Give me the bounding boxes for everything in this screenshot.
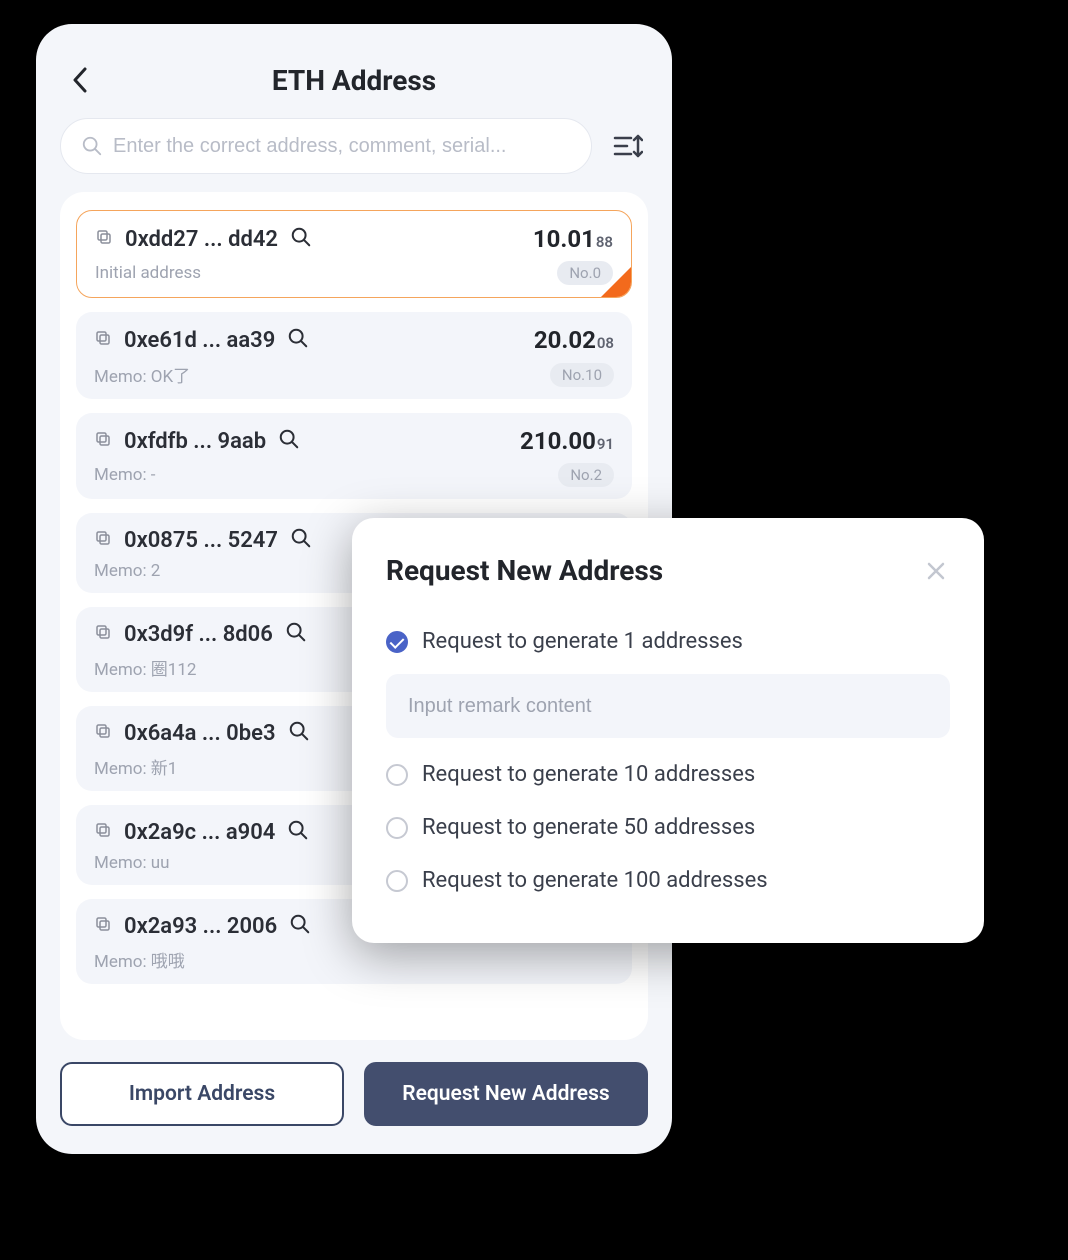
explorer-icon[interactable]	[290, 226, 312, 252]
address-left: 0x2a9c ... a904	[94, 819, 309, 845]
explorer-icon[interactable]	[288, 720, 310, 746]
serial-badge: No.2	[558, 463, 614, 487]
search-row	[36, 118, 672, 192]
copy-icon[interactable]	[94, 821, 112, 843]
address-left: 0x2a93 ... 2006	[94, 913, 311, 939]
address-text: 0x0875 ... 5247	[124, 528, 278, 553]
back-button[interactable]	[60, 60, 100, 100]
address-text: 0xe61d ... aa39	[124, 328, 275, 353]
copy-icon[interactable]	[94, 623, 112, 645]
memo-text: Memo: -	[94, 465, 156, 485]
generate-option[interactable]: Request to generate 50 addresses	[386, 801, 950, 854]
copy-icon[interactable]	[94, 722, 112, 744]
address-item[interactable]: 0xfdfb ... 9aab 210.0091 Memo: - No.2	[76, 413, 632, 499]
copy-icon[interactable]	[95, 228, 113, 250]
balance: 20.0208	[534, 326, 614, 354]
modal-close-button[interactable]	[922, 557, 950, 585]
address-item[interactable]: 0xdd27 ... dd42 10.0188 Initial addressNo.…	[76, 210, 632, 298]
option-label: Request to generate 10 addresses	[422, 762, 755, 787]
modal-title: Request New Address	[386, 554, 663, 587]
address-left: 0x6a4a ... 0be3	[94, 720, 310, 746]
address-left: 0xdd27 ... dd42	[95, 226, 312, 252]
selected-flag-icon	[600, 266, 632, 298]
generate-option[interactable]: Request to generate 1 addresses	[386, 615, 950, 668]
radio-icon[interactable]	[386, 764, 408, 786]
copy-icon[interactable]	[94, 329, 112, 351]
balance: 210.0091	[520, 427, 614, 455]
address-row-bottom: Memo: - No.2	[94, 463, 614, 487]
address-text: 0x6a4a ... 0be3	[124, 721, 276, 746]
address-row-bottom: Initial addressNo.0	[95, 261, 613, 285]
address-row-bottom: Memo: 哦哦	[94, 947, 614, 972]
radio-checked-icon[interactable]	[386, 631, 408, 653]
explorer-icon[interactable]	[287, 327, 309, 353]
memo-text: Memo: OK了	[94, 362, 190, 387]
address-row-top: 0xfdfb ... 9aab 210.0091	[94, 427, 614, 455]
page-title: ETH Address	[36, 64, 672, 97]
address-text: 0xfdfb ... 9aab	[124, 429, 266, 454]
copy-icon[interactable]	[94, 915, 112, 937]
serial-badge: No.10	[550, 363, 614, 387]
balance: 10.0188	[533, 225, 613, 253]
footer: Import Address Request New Address	[36, 1040, 672, 1154]
address-text: 0x2a9c ... a904	[124, 820, 275, 845]
option-label: Request to generate 100 addresses	[422, 868, 768, 893]
address-row-top: 0xe61d ... aa39 20.0208	[94, 326, 614, 354]
option-label: Request to generate 1 addresses	[422, 629, 743, 654]
memo-text: Memo: 哦哦	[94, 947, 185, 972]
explorer-icon[interactable]	[285, 621, 307, 647]
address-text: 0x3d9f ... 8d06	[124, 622, 273, 647]
memo-text: Memo: 新1	[94, 754, 177, 779]
explorer-icon[interactable]	[278, 428, 300, 454]
request-new-address-button[interactable]: Request New Address	[364, 1062, 648, 1126]
balance-main: 210.00	[520, 427, 596, 455]
memo-text: Memo: 圈112	[94, 655, 196, 680]
address-left: 0xe61d ... aa39	[94, 327, 309, 353]
search-input[interactable]	[113, 135, 571, 158]
explorer-icon[interactable]	[287, 819, 309, 845]
copy-icon[interactable]	[94, 529, 112, 551]
balance-decimals: 91	[597, 435, 614, 453]
radio-icon[interactable]	[386, 817, 408, 839]
explorer-icon[interactable]	[290, 527, 312, 553]
address-left: 0xfdfb ... 9aab	[94, 428, 300, 454]
generate-option[interactable]: Request to generate 100 addresses	[386, 854, 950, 907]
address-text: 0xdd27 ... dd42	[125, 227, 278, 252]
search-icon	[81, 135, 103, 157]
address-left: 0x0875 ... 5247	[94, 527, 312, 553]
sort-button[interactable]	[608, 126, 648, 166]
balance-decimals: 08	[597, 334, 614, 352]
import-address-button[interactable]: Import Address	[60, 1062, 344, 1126]
memo-text: Memo: uu	[94, 853, 170, 873]
modal-header: Request New Address	[386, 554, 950, 587]
address-left: 0x3d9f ... 8d06	[94, 621, 307, 647]
search-box[interactable]	[60, 118, 592, 174]
remark-input[interactable]	[408, 695, 928, 718]
generate-option[interactable]: Request to generate 10 addresses	[386, 748, 950, 801]
radio-icon[interactable]	[386, 870, 408, 892]
address-row-top: 0xdd27 ... dd42 10.0188	[95, 225, 613, 253]
address-row-bottom: Memo: OK了 No.10	[94, 362, 614, 387]
request-new-address-modal: Request New Address Request to generate …	[352, 518, 984, 943]
close-icon	[927, 562, 945, 580]
remark-box	[386, 674, 950, 738]
address-item[interactable]: 0xe61d ... aa39 20.0208 Memo: OK了 No.10	[76, 312, 632, 399]
balance-decimals: 88	[596, 233, 613, 251]
memo-text: Initial address	[95, 263, 201, 283]
chevron-left-icon	[72, 67, 88, 93]
address-text: 0x2a93 ... 2006	[124, 914, 277, 939]
balance-main: 10.01	[533, 225, 595, 253]
balance-main: 20.02	[534, 326, 596, 354]
option-label: Request to generate 50 addresses	[422, 815, 755, 840]
memo-text: Memo: 2	[94, 561, 160, 581]
sort-icon	[613, 133, 643, 159]
header: ETH Address	[36, 24, 672, 118]
explorer-icon[interactable]	[289, 913, 311, 939]
copy-icon[interactable]	[94, 430, 112, 452]
